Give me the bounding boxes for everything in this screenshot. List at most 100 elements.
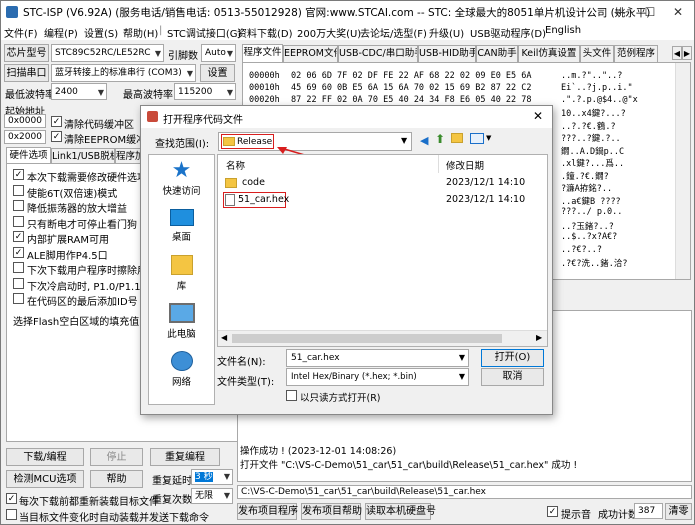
tab-right-5[interactable]: Keil仿真设置 [518, 45, 580, 62]
download-button[interactable]: 下载/编程 [6, 448, 84, 466]
max-baud-label: 最高波特率 [123, 90, 173, 101]
file-row-code[interactable]: code 2023/12/1 14:10 [220, 175, 546, 191]
min-baud-select[interactable]: 2400 ▼ [51, 83, 107, 100]
back-icon[interactable]: ◀ [420, 134, 428, 147]
place-network[interactable]: 网络 [149, 349, 214, 395]
tab-scroll-left-icon[interactable]: ◀ [672, 46, 682, 60]
maximize-button[interactable]: ☐ [635, 2, 665, 22]
auto-send-checkbox[interactable] [6, 509, 17, 520]
option-checkbox[interactable] [13, 184, 24, 196]
success-count-value: 387 [634, 503, 663, 519]
clear-code-checkbox[interactable]: ✓ [51, 116, 62, 127]
place-desktop[interactable]: 桌面 [149, 205, 214, 251]
chevron-down-icon: ▼ [226, 49, 233, 58]
scroll-thumb[interactable] [232, 334, 502, 343]
hex-bytes[interactable]: 02 06 6D 7F 02 DF FE 22 AF 68 22 02 09 E… [291, 71, 532, 81]
option-checkbox[interactable] [13, 215, 24, 227]
chevron-down-icon: ▼ [154, 49, 161, 58]
detect-mcu-button[interactable]: 检测MCU选项 [6, 470, 84, 488]
option-checkbox[interactable] [13, 262, 24, 273]
open-button[interactable]: 打开(O) [481, 349, 544, 367]
cancel-button[interactable]: 取消 [481, 368, 544, 386]
tab-hardware[interactable]: 硬件选项 [6, 147, 51, 163]
hex-ascii: ..?€?..? [561, 244, 602, 255]
beep-checkbox[interactable]: ✓ [547, 506, 558, 517]
read-disk-id-button[interactable]: 读取本机硬盘号 [365, 503, 436, 520]
tab-right-3[interactable]: USB-HID助手 [418, 45, 476, 62]
place-quick-access[interactable]: ★ 快速访问 [149, 159, 214, 205]
filetype-select[interactable]: Intel Hex/Binary (*.hex; *.bin) ▼ [286, 368, 469, 386]
up-folder-icon[interactable]: ⬆ [435, 132, 445, 146]
tab-right-4[interactable]: CAN助手 [476, 45, 518, 62]
help-button[interactable]: 帮助 [90, 470, 143, 488]
menu-debug[interactable]: STC调试接口(G) [167, 25, 241, 40]
readonly-checkbox[interactable] [286, 390, 297, 401]
filename-input[interactable]: 51_car.hex ▼ [286, 349, 469, 367]
view-menu-icon[interactable] [470, 133, 484, 144]
menu-forum[interactable]: 去论坛/选型(F) [360, 25, 427, 40]
menu-help[interactable]: 帮助(H) [123, 25, 158, 40]
tab-link1-usb[interactable]: Link1/USB脱机 [51, 148, 115, 163]
hex-scrollbar[interactable] [675, 63, 690, 279]
pin-select[interactable]: Auto ▼ [201, 44, 236, 62]
chip-select[interactable]: STC89C52RC/LE52RC ▼ [51, 44, 164, 62]
scroll-left-icon[interactable]: ◀ [221, 333, 227, 342]
menu-upgrade[interactable]: 升级(U) [429, 25, 464, 40]
file-path-field[interactable]: C:\VS-C-Demo\51_car\51_car\build\Release… [237, 485, 692, 499]
publish-program-button[interactable]: 发布项目程序 [237, 503, 298, 520]
close-button[interactable]: ✕ [663, 2, 693, 22]
column-divider [438, 155, 439, 173]
repeat-count-select[interactable]: 无限 ▼ [191, 488, 233, 504]
file-row-hex[interactable]: 51_car.hex 2023/12/1 14:10 [220, 192, 546, 208]
minimize-button[interactable]: — [605, 2, 635, 22]
menu-usb-driver[interactable]: USB驱动程序(D) [470, 25, 546, 40]
tab-scroll-right-icon[interactable]: ▶ [682, 46, 692, 60]
tab-right-2[interactable]: USB-CDC/串口助手 [338, 45, 418, 62]
settings-button[interactable]: 设置 [200, 64, 235, 82]
tab-right-7[interactable]: 范例程序 [614, 45, 658, 62]
chip-value: STC89C52RC/LE52RC [55, 48, 151, 58]
hex-bytes[interactable]: 87 22 FF 02 0A 70 E5 40 24 34 F8 E6 05 4… [291, 95, 532, 105]
menu-settings[interactable]: 设置(S) [84, 25, 118, 40]
filename-label: 文件名(N): [217, 357, 266, 368]
new-folder-icon[interactable] [451, 133, 463, 143]
menu-english[interactable]: English [545, 25, 581, 36]
option-checkbox[interactable] [13, 293, 24, 304]
tab-right-1[interactable]: EEPROM文件 [283, 45, 338, 62]
tab-right-6[interactable]: 头文件 [580, 45, 614, 62]
publish-help-button[interactable]: 发布项目帮助 [301, 503, 362, 520]
file-list-hscrollbar[interactable]: ◀ ▶ [218, 330, 547, 346]
hex-ascii: ..?玉鍺?..? [561, 221, 614, 232]
reload-checkbox[interactable]: ✓ [6, 493, 17, 504]
reprogram-button[interactable]: 重复编程 [150, 448, 220, 466]
option-checkbox[interactable]: ✓ [13, 246, 24, 258]
option-checkbox[interactable] [13, 277, 24, 289]
column-name[interactable]: 名称 [226, 158, 245, 172]
window-title: STC-ISP (V6.92A) (服务电话/销售电话: 0513-550129… [23, 7, 651, 19]
option-checkbox[interactable]: ✓ [13, 169, 24, 180]
place-library[interactable]: 库 [149, 253, 214, 299]
menu-prize[interactable]: 200万大奖(U) [297, 25, 361, 40]
option-checkbox[interactable] [13, 200, 24, 211]
place-this-pc[interactable]: 此电脑 [149, 301, 214, 347]
port-select[interactable]: 蓝牙转接上的标准串行 (COM3) ▼ [51, 64, 196, 82]
tab-right-0[interactable]: 程序文件 [242, 44, 283, 62]
code-address-input[interactable]: 0x0000 [4, 114, 46, 128]
menu-download[interactable]: 资料下载(D) [237, 25, 293, 40]
chevron-down-icon[interactable]: ▼ [486, 134, 491, 142]
clear-count-button[interactable]: 清零 [665, 503, 692, 520]
option-checkbox[interactable]: ✓ [13, 231, 24, 242]
eeprom-address-input[interactable]: 0x2000 [4, 130, 46, 144]
stop-button[interactable]: 停止 [90, 448, 143, 466]
clear-eeprom-checkbox[interactable]: ✓ [51, 131, 62, 142]
scan-port-button[interactable]: 扫描串口 [4, 64, 49, 82]
menu-program[interactable]: 编程(P) [44, 25, 78, 40]
repeat-delay-select[interactable]: 3 秒 ▼ [191, 469, 233, 485]
hex-bytes[interactable]: 45 69 60 0B E5 6A 15 6A 70 02 15 69 B2 8… [291, 83, 532, 93]
max-baud-select[interactable]: 115200 ▼ [174, 83, 236, 100]
dialog-close-icon[interactable]: ✕ [533, 109, 543, 123]
hex-ascii: ..?.?€.鶴.? [561, 121, 616, 132]
menu-file[interactable]: 文件(F) [4, 25, 38, 40]
column-date[interactable]: 修改日期 [446, 158, 484, 172]
scroll-right-icon[interactable]: ▶ [536, 333, 542, 342]
